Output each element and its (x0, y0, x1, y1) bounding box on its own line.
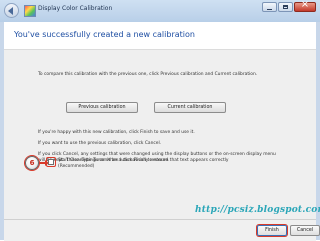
previous-calibration-button[interactable]: Previous calibration (66, 102, 138, 113)
maximize-button[interactable] (278, 2, 293, 12)
content-panel: To compare this calibration with the pre… (4, 49, 316, 220)
compare-instructions: To compare this calibration with the pre… (38, 72, 258, 77)
cancel-instructions: If you want to use the previous calibrat… (38, 141, 162, 146)
checkbox-recommended-text: (Recommended) (58, 164, 95, 169)
step-number-badge: 6 (25, 156, 39, 170)
cancel-button[interactable]: Cancel (290, 225, 320, 236)
current-calibration-button[interactable]: Current calibration (154, 102, 226, 113)
finish-button[interactable]: Finish (257, 225, 287, 236)
back-arrow-icon[interactable] (4, 3, 19, 18)
header-band: You've successfully created a new calibr… (4, 22, 316, 49)
page-heading: You've successfully created a new calibr… (14, 30, 195, 39)
cleartype-tuner-checkbox[interactable] (48, 159, 54, 165)
minimize-button[interactable] (262, 2, 277, 12)
cleartype-checkbox-label[interactable]: Start ClearType Tuner when I click Finis… (58, 158, 258, 170)
finish-instructions: If you're happy with this new calibratio… (38, 130, 195, 135)
color-calibration-app-icon (24, 5, 36, 17)
window-title: Display Color Calibration (38, 5, 113, 12)
title-bar: Display Color Calibration (0, 0, 320, 23)
pointer-arrow-icon (39, 160, 49, 166)
close-button[interactable] (294, 0, 316, 12)
blog-watermark: http://pcsiz.blogspot.com (195, 205, 320, 215)
footer-bar: Finish Cancel (4, 219, 320, 241)
checkbox-label-text: Start ClearType Tuner when I click Finis… (58, 158, 229, 163)
